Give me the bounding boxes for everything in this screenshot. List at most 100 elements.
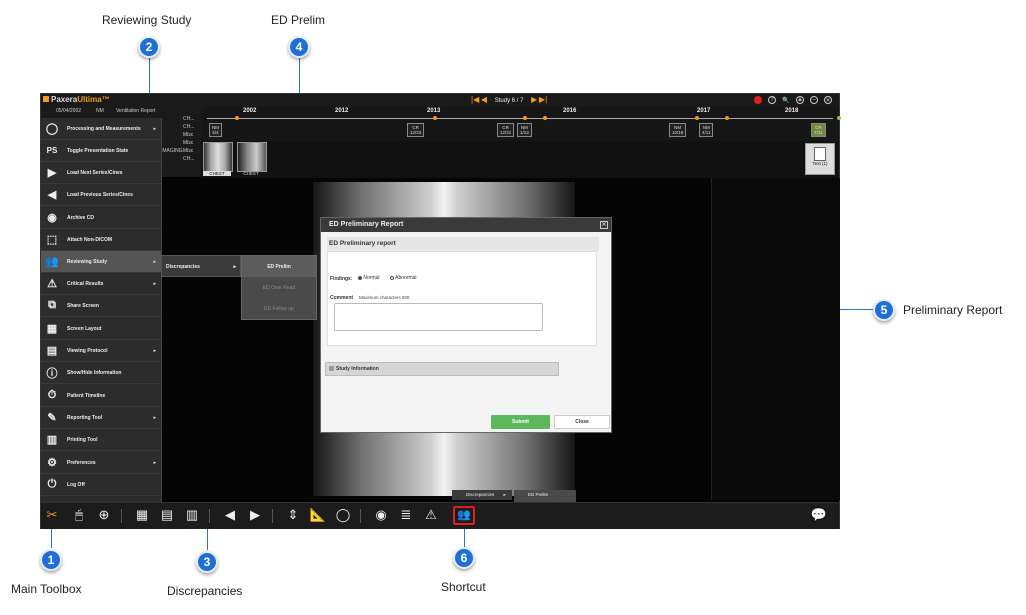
- critical-results-icon[interactable]: ⚠: [423, 507, 439, 523]
- menu-item-show-hide-information[interactable]: ⓘ Show/Hide Information: [41, 362, 161, 384]
- radio-abnormal[interactable]: [390, 275, 394, 280]
- expand-icon[interactable]: [329, 366, 334, 371]
- menu-item-reporting-tool[interactable]: ✎ Reporting Tool ▸: [41, 407, 161, 429]
- menu-item-toggle-presentation-state[interactable]: PS Toggle Presentation State: [41, 140, 161, 162]
- menu-item-label: Viewing Protocol: [67, 347, 108, 354]
- timeline-event-marker[interactable]: [695, 116, 699, 120]
- next-series-icon[interactable]: ▶: [247, 507, 263, 523]
- attach-icon: ⬚: [46, 234, 58, 246]
- menu-item-label: Share Screen: [67, 302, 99, 309]
- power-icon: ⏻: [47, 478, 57, 490]
- previous-study-icon[interactable]: ◀: [481, 95, 487, 104]
- timeline-event[interactable]: NM 4/11: [699, 123, 714, 137]
- menu-item-discrepancies[interactable]: Discrepancies ▸: [162, 256, 240, 277]
- timeline-event-marker[interactable]: [235, 116, 239, 120]
- menu-item-ed-follow-up[interactable]: ED Follow up: [242, 298, 316, 319]
- zoom-icon[interactable]: ⊕: [96, 507, 112, 523]
- search-icon[interactable]: 🔍: [782, 96, 790, 104]
- text-thumb-label: Text (1): [812, 161, 828, 166]
- document-icon: [814, 147, 826, 161]
- menu-item-label: Critical Results: [67, 280, 104, 287]
- archive-cd-icon[interactable]: ◉: [373, 507, 389, 523]
- timeline-event[interactable]: NM 1/13: [517, 123, 532, 137]
- secondary-viewport[interactable]: [711, 178, 840, 500]
- reviewing-study-icon: 👥: [457, 509, 471, 521]
- image-layout-icon[interactable]: ▥: [184, 507, 200, 523]
- series-layout-icon[interactable]: ▤: [159, 507, 175, 523]
- menu-item-label: Reporting Tool: [67, 414, 103, 421]
- dialog-title: ED Preliminary Report: [321, 218, 611, 232]
- title-bar: PaxeraUltima™ |◀ ◀ Study 6 / 7 ▶ ▶| ? 🔍 …: [41, 94, 839, 107]
- comment-textarea[interactable]: [334, 303, 543, 331]
- help-icon[interactable]: ?: [768, 96, 776, 104]
- upload-icon[interactable]: ▲: [796, 96, 804, 104]
- submit-button[interactable]: Submit: [491, 415, 550, 429]
- ruler-icon[interactable]: 📐: [310, 507, 326, 523]
- callout-badge-4: 4: [288, 36, 310, 58]
- menu-item-printing-tool[interactable]: ▥ Printing Tool: [41, 429, 161, 451]
- menu-item-processing-and-measurements[interactable]: ◯ Processing and Measurements ▸: [41, 118, 161, 140]
- first-study-icon[interactable]: |◀: [471, 95, 479, 104]
- record-icon[interactable]: [754, 96, 762, 104]
- study-list-date: 05/04/2002: [56, 108, 82, 114]
- timeline-event-marker[interactable]: [725, 116, 729, 120]
- radio-normal[interactable]: [358, 275, 362, 280]
- text-document-thumbnail[interactable]: Text (1): [805, 143, 835, 175]
- layout-icon: ▦: [46, 323, 58, 335]
- findings-abnormal-option[interactable]: Abnormal: [390, 275, 417, 281]
- last-study-icon[interactable]: ▶|: [539, 95, 547, 104]
- timeline-event[interactable]: CR 12/23: [407, 123, 425, 137]
- menu-item-ed-over-read[interactable]: ED Over Read: [242, 277, 316, 298]
- timeline-event[interactable]: CR 7/31: [811, 123, 826, 137]
- study-information-section[interactable]: Study Information: [325, 362, 559, 376]
- reviewing-study-shortcut-button[interactable]: 👥: [453, 506, 475, 525]
- menu-item-patient-timeline[interactable]: ⏱ Patient Timeline: [41, 385, 161, 407]
- thumbnail-chest-2[interactable]: [237, 142, 267, 172]
- timeline-event-marker[interactable]: [837, 116, 841, 120]
- measurement-icon[interactable]: ⇕: [285, 507, 301, 523]
- close-icon[interactable]: ✕: [600, 221, 608, 229]
- close-button[interactable]: Close: [554, 415, 610, 429]
- shortcut-discrepancies[interactable]: Discrepancies ▸: [452, 490, 512, 500]
- menu-item-load-next-series-cines[interactable]: ▶ Load Next Series/Cines: [41, 162, 161, 184]
- toolbar-divider: [209, 509, 210, 523]
- menu-item-archive-cd[interactable]: ◉ Archive CD: [41, 207, 161, 229]
- main-toolbox-icon[interactable]: ✂: [44, 507, 60, 523]
- menu-item-preferences[interactable]: ⚙ Preferences ▸: [41, 452, 161, 474]
- next-study-icon[interactable]: ▶: [531, 95, 537, 104]
- menu-item-ed-prelim[interactable]: ED Prelim: [242, 256, 316, 277]
- close-window-icon[interactable]: ✕: [824, 96, 832, 104]
- ed-preliminary-report-dialog: ED Preliminary Report ✕ ED Preliminary r…: [320, 217, 612, 433]
- chevron-right-icon: ▸: [153, 414, 156, 421]
- timeline-event[interactable]: CR 12/31: [497, 123, 515, 137]
- minimize-icon[interactable]: –: [810, 96, 818, 104]
- study-list-row[interactable]: 05/04/2002 NM Ventilation Report: [41, 107, 201, 115]
- shortcut-ed-prelim[interactable]: ED Prelim: [514, 490, 576, 499]
- timeline-event-marker[interactable]: [543, 116, 547, 120]
- menu-item-critical-results[interactable]: ⚠ Critical Results ▸: [41, 273, 161, 295]
- menu-item-attach-non-dicom[interactable]: ⬚ Attach Non-DICOM: [41, 229, 161, 251]
- menu-item-screen-layout[interactable]: ▦ Screen Layout: [41, 318, 161, 340]
- menu-item-share-screen[interactable]: ⧉ Share Screen: [41, 295, 161, 317]
- menu-item-reviewing-study[interactable]: 👥 Reviewing Study ▸: [41, 251, 161, 273]
- timeline-event[interactable]: NM 10/16: [669, 123, 687, 137]
- menu-item-load-previous-series-cines[interactable]: ◀ Load Previous Series/Cines: [41, 184, 161, 206]
- chat-icon[interactable]: 💬: [811, 507, 827, 523]
- menu-item-label: Attach Non-DICOM: [67, 236, 112, 243]
- findings-normal-option[interactable]: Normal: [358, 275, 380, 281]
- thumbnail-chest-1[interactable]: [203, 142, 233, 172]
- previous-series-icon[interactable]: ◀: [222, 507, 238, 523]
- ps-icon: PS: [46, 146, 58, 155]
- mouse-icon[interactable]: 🖱: [71, 507, 87, 523]
- timeline-event-marker[interactable]: [433, 116, 437, 120]
- chevron-right-icon: ▸: [153, 125, 156, 132]
- spine-label-icon[interactable]: ≣: [398, 507, 414, 523]
- screen-layout-icon[interactable]: ▦: [134, 507, 150, 523]
- menu-item-log-off[interactable]: ⏻ Log Off: [41, 474, 161, 496]
- circle-processing-icon[interactable]: ◯: [335, 507, 351, 523]
- menu-item-viewing-protocol[interactable]: ▤ Viewing Protocol ▸: [41, 340, 161, 362]
- timeline-event[interactable]: NM 5/4: [209, 123, 222, 137]
- thumbnail-strip: CHEST CHEST Text (1): [201, 141, 839, 178]
- menu-item-label: Printing Tool: [67, 436, 98, 443]
- timeline-event-marker[interactable]: [523, 116, 527, 120]
